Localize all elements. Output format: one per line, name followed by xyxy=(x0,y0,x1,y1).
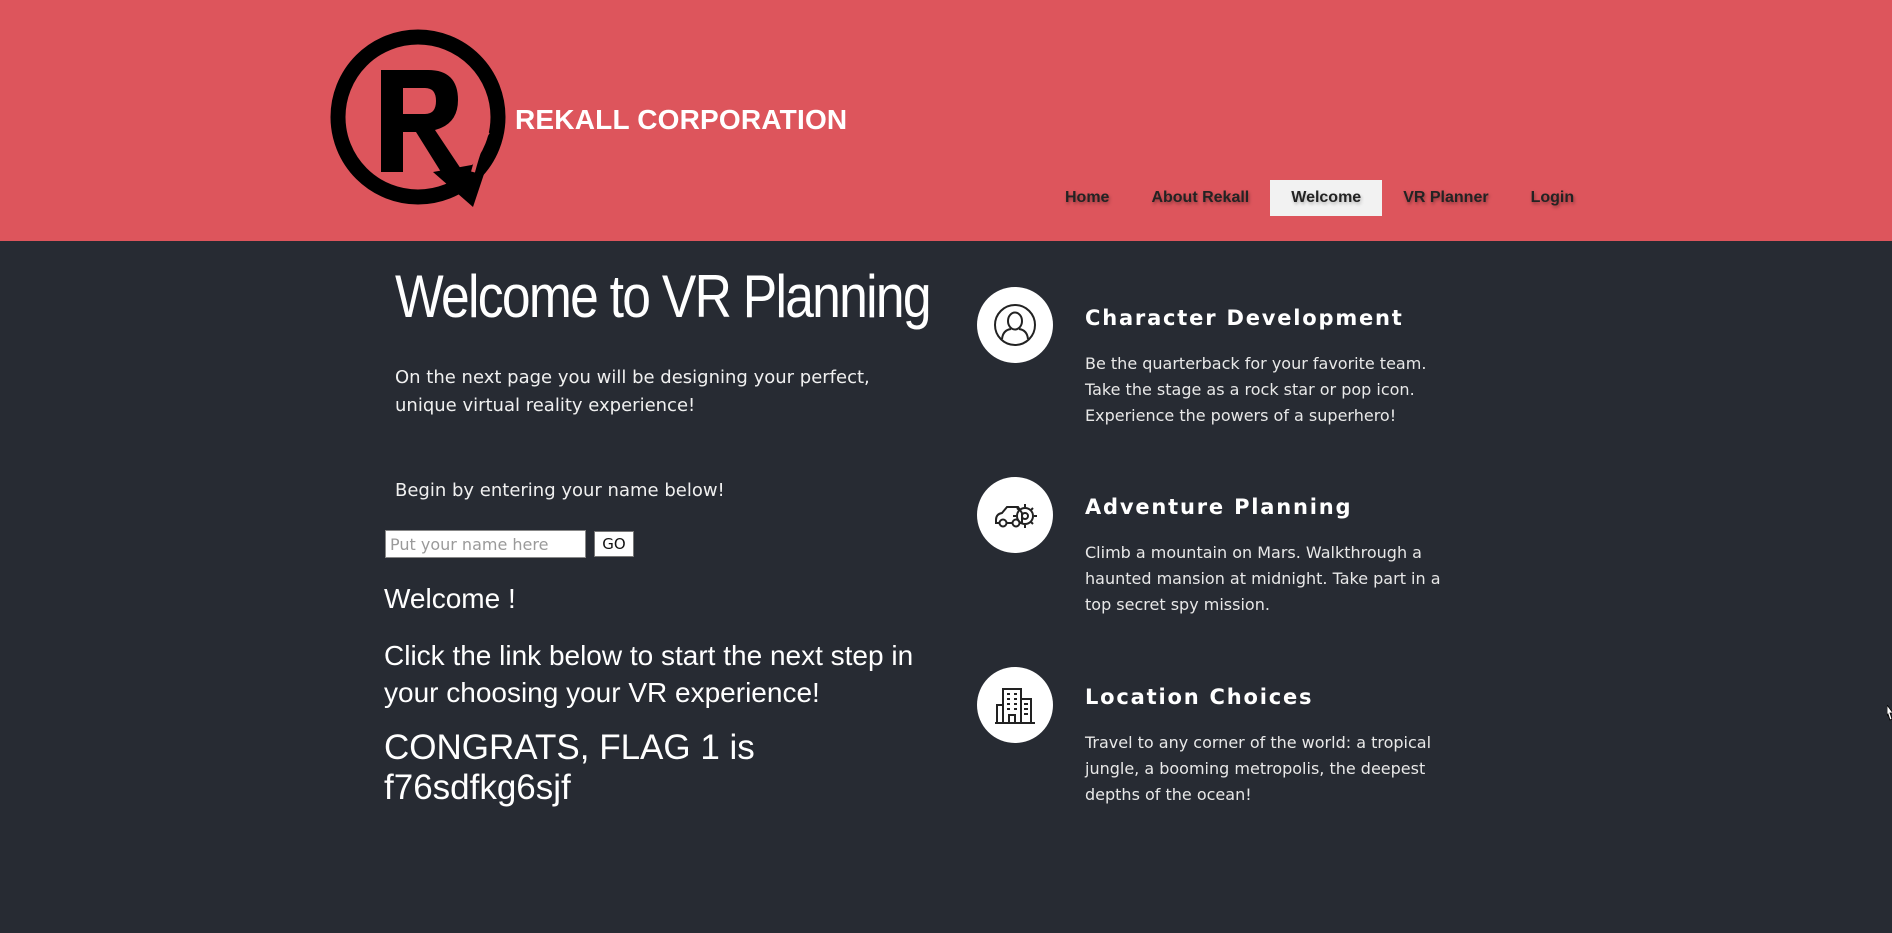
nav-login[interactable]: Login xyxy=(1510,180,1596,216)
nav-home[interactable]: Home xyxy=(1044,180,1130,216)
nav-welcome[interactable]: Welcome xyxy=(1270,180,1383,216)
begin-text: Begin by entering your name below! xyxy=(395,480,725,501)
person-icon xyxy=(977,287,1053,363)
next-step-text: Click the link below to start the next s… xyxy=(384,640,914,708)
nav-vr-planner[interactable]: VR Planner xyxy=(1382,180,1509,216)
site-header: REKALL CORPORATION Home About Rekall Wel… xyxy=(0,0,1892,241)
feature-text-character: Be the quarterback for your favorite tea… xyxy=(1085,354,1427,425)
main-nav: Home About Rekall Welcome VR Planner Log… xyxy=(1044,180,1595,216)
name-input[interactable] xyxy=(385,530,586,558)
go-button[interactable]: GO xyxy=(594,531,634,557)
feature-title-adventure: Adventure Planning xyxy=(1085,495,1353,519)
nav-about-rekall[interactable]: About Rekall xyxy=(1130,180,1270,216)
welcome-message: Welcome ! xyxy=(384,583,516,614)
mouse-cursor-icon xyxy=(1887,705,1892,721)
intro-text: On the next page you will be designing y… xyxy=(395,367,870,416)
feature-title-location: Location Choices xyxy=(1085,685,1314,709)
feature-title-character: Character Development xyxy=(1085,306,1404,330)
flag-text: CONGRATS, FLAG 1 is f76sdfkg6sjf xyxy=(384,728,755,807)
car-gear-icon xyxy=(977,477,1053,553)
feature-text-adventure: Climb a mountain on Mars. Walkthrough a … xyxy=(1085,543,1441,614)
feature-text-location: Travel to any corner of the world: a tro… xyxy=(1085,733,1432,804)
page-title: Welcome to VR Planning xyxy=(395,263,932,330)
brand-name: REKALL CORPORATION xyxy=(515,104,848,135)
rekall-logo-icon xyxy=(330,29,506,207)
building-icon xyxy=(977,667,1053,743)
